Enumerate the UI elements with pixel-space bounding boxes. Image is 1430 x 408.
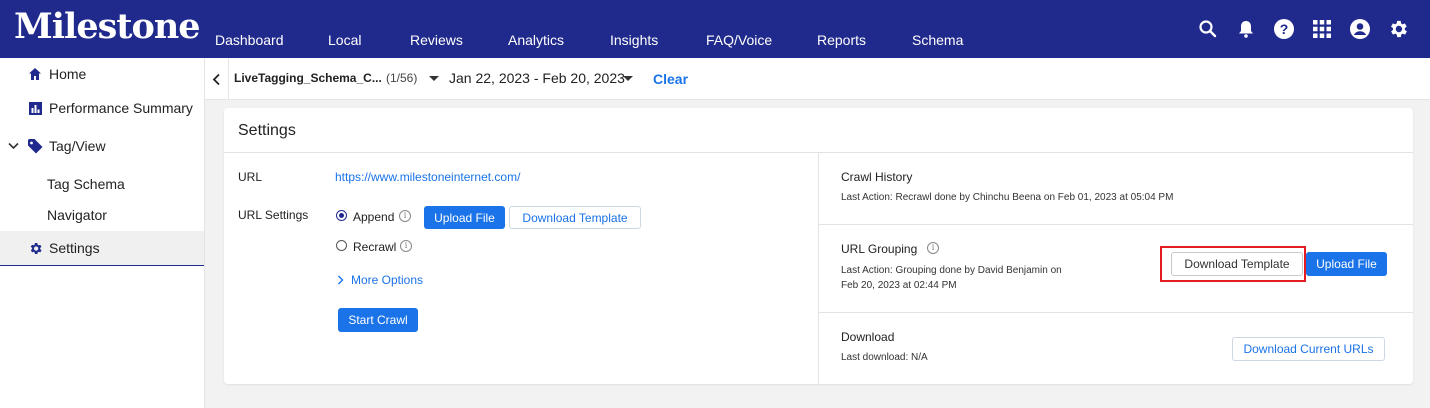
recrawl-radio[interactable] [336, 240, 347, 251]
filter-bar: LiveTagging_Schema_C... (1/56) Jan 22, 2… [205, 58, 1430, 100]
sidebar-item-settings[interactable]: Settings [0, 231, 204, 266]
tag-icon [27, 138, 43, 154]
append-label[interactable]: Append [353, 210, 394, 224]
gear-icon [27, 240, 43, 256]
sidebar-item-home[interactable]: Home [0, 58, 204, 90]
chevron-down-icon [8, 142, 20, 150]
info-icon[interactable]: i [399, 210, 411, 222]
column-divider [818, 152, 819, 384]
tag-filter-count: (1/56) [386, 71, 418, 85]
url-grouping-last-action-date: Feb 20, 2023 at 02:44 PM [841, 280, 957, 291]
nav-schema[interactable]: Schema [912, 32, 963, 48]
url-link[interactable]: https://www.milestoneinternet.com/ [335, 170, 520, 184]
section-divider [819, 312, 1413, 313]
more-options-label: More Options [351, 273, 424, 287]
tag-filter-name[interactable]: LiveTagging_Schema_C... [234, 71, 382, 85]
home-icon [27, 66, 43, 82]
milestone-logo[interactable]: Milestone [14, 6, 201, 47]
bar-chart-icon [27, 100, 43, 116]
nav-insights[interactable]: Insights [610, 32, 658, 48]
sidebar-item-label: Performance Summary [49, 100, 193, 116]
nav-icon-group: ? [1196, 0, 1410, 58]
crawl-history-last-action: Last Action: Recrawl done by Chinchu Bee… [841, 192, 1174, 203]
crawl-history-title: Crawl History [841, 170, 913, 184]
nav-dashboard[interactable]: Dashboard [215, 32, 284, 48]
gear-icon[interactable] [1386, 17, 1410, 41]
date-range-dropdown-icon[interactable] [623, 76, 633, 81]
highlight-annotation [1160, 246, 1306, 282]
url-label: URL [238, 170, 263, 184]
search-icon[interactable] [1196, 17, 1220, 41]
download-title: Download [841, 330, 895, 344]
sidebar-item-performance-summary[interactable]: Performance Summary [0, 92, 204, 124]
sidebar-item-tag-schema[interactable]: Tag Schema [0, 168, 204, 200]
clear-filter-link[interactable]: Clear [653, 71, 688, 87]
sidebar-item-navigator[interactable]: Navigator [0, 199, 204, 231]
nav-reviews[interactable]: Reviews [410, 32, 463, 48]
upload-file-button[interactable]: Upload File [424, 206, 505, 229]
url-grouping-title: URL Grouping [841, 242, 918, 256]
account-icon[interactable] [1348, 17, 1372, 41]
start-crawl-button[interactable]: Start Crawl [338, 308, 418, 332]
url-grouping-last-action: Last Action: Grouping done by David Benj… [841, 265, 1062, 276]
sidebar-item-label: Tag Schema [47, 176, 125, 192]
more-options-toggle[interactable]: More Options [337, 273, 423, 287]
download-current-urls-button[interactable]: Download Current URLs [1232, 337, 1385, 361]
sidebar-item-label: Navigator [47, 207, 107, 223]
date-range-picker[interactable]: Jan 22, 2023 - Feb 20, 2023 [449, 70, 625, 86]
sidebar-item-label: Settings [49, 240, 100, 256]
nav-faq-voice[interactable]: FAQ/Voice [706, 32, 772, 48]
info-icon[interactable]: i [927, 242, 939, 254]
nav-local[interactable]: Local [328, 32, 361, 48]
chevron-right-icon [338, 275, 344, 285]
append-radio[interactable] [336, 210, 347, 221]
url-settings-label: URL Settings [238, 208, 309, 222]
recrawl-label[interactable]: Recrawl [353, 240, 396, 254]
apps-grid-icon[interactable] [1310, 17, 1334, 41]
nav-reports[interactable]: Reports [817, 32, 866, 48]
tag-filter-dropdown-icon[interactable] [429, 76, 439, 81]
sidebar-item-label: Tag/View [49, 138, 106, 154]
chevron-left-icon[interactable] [205, 58, 229, 100]
nav-analytics[interactable]: Analytics [508, 32, 564, 48]
sidebar-item-label: Home [49, 66, 87, 82]
last-download-text: Last download: N/A [841, 352, 928, 363]
top-nav-bar: Milestone Dashboard Local Reviews Analyt… [0, 0, 1430, 58]
sidebar: Home Performance Summary Tag/View Tag Sc… [0, 58, 205, 408]
card-title: Settings [238, 122, 296, 139]
sidebar-item-tag-view[interactable]: Tag/View [0, 130, 204, 162]
help-icon[interactable]: ? [1272, 17, 1296, 41]
url-grouping-upload-file-button[interactable]: Upload File [1306, 252, 1387, 276]
svg-text:?: ? [1280, 21, 1289, 37]
info-icon[interactable]: i [400, 240, 412, 252]
download-template-button[interactable]: Download Template [509, 206, 641, 229]
section-divider [819, 224, 1413, 225]
bell-icon[interactable] [1234, 17, 1258, 41]
